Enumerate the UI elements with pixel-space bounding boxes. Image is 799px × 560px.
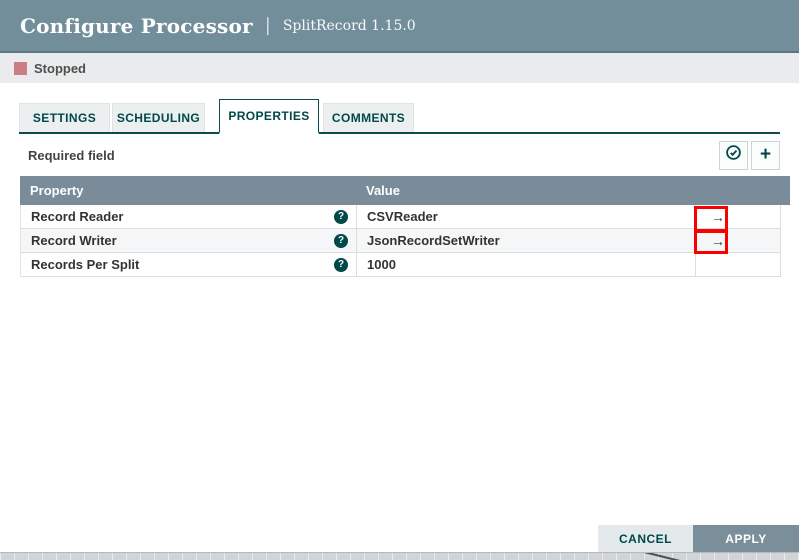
title-separator: | [265, 15, 271, 36]
help-icon[interactable]: ? [334, 234, 348, 248]
canvas-connection-line [621, 552, 699, 560]
property-value: JsonRecordSetWriter [367, 233, 500, 248]
tab-comments[interactable]: COMMENTS [323, 103, 414, 132]
column-header-value: Value [366, 183, 400, 198]
check-circle-icon [725, 144, 742, 166]
go-to-service-arrow-icon[interactable]: → [711, 210, 725, 224]
column-header-property: Property [30, 183, 83, 198]
property-value: CSVReader [367, 209, 438, 224]
property-value-cell[interactable]: 1000 [357, 253, 696, 276]
dialog-footer: CANCEL APPLY [598, 525, 799, 552]
apply-button-label: APPLY [725, 532, 766, 546]
dialog-header: Configure Processor | SplitRecord 1.15.0 [0, 0, 799, 53]
nifi-canvas-strip [0, 552, 799, 560]
processor-name-version: SplitRecord 1.15.0 [283, 18, 416, 34]
property-name: Records Per Split [31, 257, 139, 272]
verify-properties-button[interactable] [719, 141, 748, 170]
apply-button[interactable]: APPLY [693, 525, 799, 552]
property-action-cell [696, 253, 780, 276]
property-name-cell: Record Reader ? [21, 205, 357, 228]
property-name-cell: Record Writer ? [21, 229, 357, 252]
add-property-button[interactable]: + [751, 141, 780, 170]
table-body: Record Reader ? CSVReader → Record Write… [20, 205, 781, 277]
tab-comments-label: COMMENTS [332, 111, 405, 125]
cancel-button-label: CANCEL [619, 532, 672, 546]
properties-toolbar: Required field + [19, 134, 780, 176]
tab-scheduling-label: SCHEDULING [117, 111, 200, 125]
help-icon[interactable]: ? [334, 258, 348, 272]
status-bar: Stopped [0, 53, 799, 83]
table-row: Records Per Split ? 1000 [21, 253, 780, 277]
tab-settings[interactable]: SETTINGS [19, 103, 110, 132]
property-name-cell: Records Per Split ? [21, 253, 357, 276]
tab-scheduling[interactable]: SCHEDULING [112, 103, 205, 132]
dialog-title: Configure Processor [20, 14, 253, 38]
property-value-cell[interactable]: CSVReader [357, 205, 696, 228]
property-name: Record Writer [31, 233, 117, 248]
tab-properties[interactable]: PROPERTIES [219, 99, 319, 134]
property-action-cell: → [696, 229, 780, 252]
help-icon[interactable]: ? [334, 210, 348, 224]
property-name: Record Reader [31, 209, 123, 224]
stopped-state-icon [14, 62, 27, 75]
properties-table: Property Value Record Reader ? CSVReader… [20, 176, 790, 277]
table-header: Property Value [20, 176, 790, 205]
required-field-label: Required field [19, 148, 115, 163]
tab-properties-label: PROPERTIES [228, 109, 309, 123]
tab-settings-label: SETTINGS [33, 111, 96, 125]
status-label: Stopped [34, 61, 86, 76]
cancel-button[interactable]: CANCEL [598, 525, 693, 552]
tab-bar: SETTINGS SCHEDULING PROPERTIES COMMENTS [19, 99, 780, 134]
table-row: Record Writer ? JsonRecordSetWriter → [21, 229, 780, 253]
go-to-service-arrow-icon[interactable]: → [711, 234, 725, 248]
plus-icon: + [760, 145, 771, 164]
property-value: 1000 [367, 257, 396, 272]
toolbar-buttons: + [719, 141, 780, 170]
property-value-cell[interactable]: JsonRecordSetWriter [357, 229, 696, 252]
property-action-cell: → [696, 205, 780, 228]
table-row: Record Reader ? CSVReader → [21, 205, 780, 229]
